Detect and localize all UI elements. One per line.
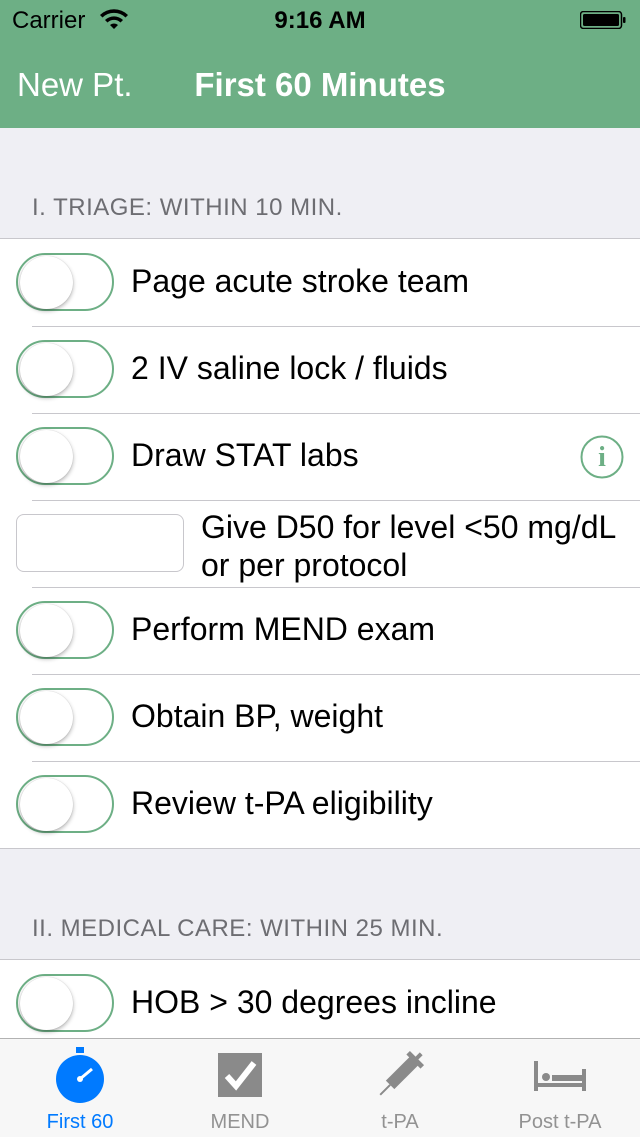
toggle-knob xyxy=(20,256,73,309)
stopwatch-icon xyxy=(56,1047,104,1103)
toggle-knob xyxy=(20,778,73,831)
row-label: HOB > 30 degrees incline xyxy=(131,984,497,1020)
list-item: Draw STAT labs i xyxy=(0,413,640,501)
checkbox-icon xyxy=(218,1053,262,1097)
row-label: 2 IV saline lock / fluids xyxy=(131,350,448,386)
row-label: Page acute stroke team xyxy=(131,263,469,299)
mend-exam-toggle[interactable] xyxy=(16,601,114,659)
toggle-knob xyxy=(20,691,73,744)
toggle-knob xyxy=(20,977,73,1030)
page-stroke-team-toggle[interactable] xyxy=(16,253,114,311)
tpa-eligibility-toggle[interactable] xyxy=(16,775,114,833)
row-label: Review t-PA eligibility xyxy=(131,785,433,821)
section-header-medical-care: II. MEDICAL CARE: WITHIN 25 MIN. xyxy=(0,849,640,959)
tab-label: t-PA xyxy=(381,1111,419,1133)
list-item: Review t-PA eligibility xyxy=(0,761,640,848)
tab-bar: First 60 MEND t-PA Post t-PA xyxy=(0,1038,640,1137)
bp-weight-toggle[interactable] xyxy=(16,688,114,746)
list-item: Page acute stroke team xyxy=(0,239,640,327)
info-icon[interactable]: i xyxy=(580,435,624,479)
tab-label: First 60 xyxy=(46,1111,114,1133)
toggle-knob xyxy=(20,430,73,483)
list-item: 2 IV saline lock / fluids xyxy=(0,326,640,414)
iv-saline-toggle[interactable] xyxy=(16,340,114,398)
status-time: 9:16 AM xyxy=(274,7,366,34)
list-item: Perform MEND exam xyxy=(0,587,640,675)
section-triage-group: Page acute stroke team 2 IV saline lock … xyxy=(0,238,640,849)
navigation-header: Carrier 9:16 AM New Pt. First 60 Minutes xyxy=(0,0,640,128)
section-title: II. MEDICAL CARE: WITHIN 25 MIN. xyxy=(32,915,444,942)
list-item: Obtain BP, weight xyxy=(0,674,640,762)
tab-label: Post t-PA xyxy=(518,1111,602,1133)
section-medical-care-group: HOB > 30 degrees incline xyxy=(0,959,640,1038)
status-bar: Carrier 9:16 AM xyxy=(0,0,640,40)
tab-tpa[interactable]: t-PA xyxy=(320,1039,480,1137)
tab-post-tpa[interactable]: Post t-PA xyxy=(480,1039,640,1137)
tab-mend[interactable]: MEND xyxy=(160,1039,320,1137)
page-title: First 60 Minutes xyxy=(194,66,446,103)
syringe-icon xyxy=(379,1050,425,1096)
svg-text:i: i xyxy=(598,442,606,473)
row-label: Give D50 for level <50 mg/dL or per prot… xyxy=(201,509,616,583)
row-label: Perform MEND exam xyxy=(131,611,436,647)
draw-stat-labs-toggle[interactable] xyxy=(16,427,114,485)
tab-first-60[interactable]: First 60 xyxy=(0,1039,160,1137)
toggle-knob xyxy=(20,604,73,657)
section-header-triage: I. TRIAGE: WITHIN 10 MIN. xyxy=(0,128,640,238)
toggle-knob xyxy=(20,343,73,396)
glucose-level-input[interactable] xyxy=(16,514,184,572)
battery-icon xyxy=(580,11,626,29)
bed-icon xyxy=(534,1061,586,1091)
checklist-table[interactable]: I. TRIAGE: WITHIN 10 MIN. Page acute str… xyxy=(0,128,640,1038)
list-item: HOB > 30 degrees incline xyxy=(0,960,640,1038)
row-label: Draw STAT labs xyxy=(131,437,359,473)
list-item: Give D50 for level <50 mg/dL or per prot… xyxy=(0,500,640,588)
row-label: Obtain BP, weight xyxy=(131,698,384,734)
hob-incline-toggle[interactable] xyxy=(16,974,114,1032)
tab-label: MEND xyxy=(210,1111,270,1133)
section-title: I. TRIAGE: WITHIN 10 MIN. xyxy=(32,194,343,221)
